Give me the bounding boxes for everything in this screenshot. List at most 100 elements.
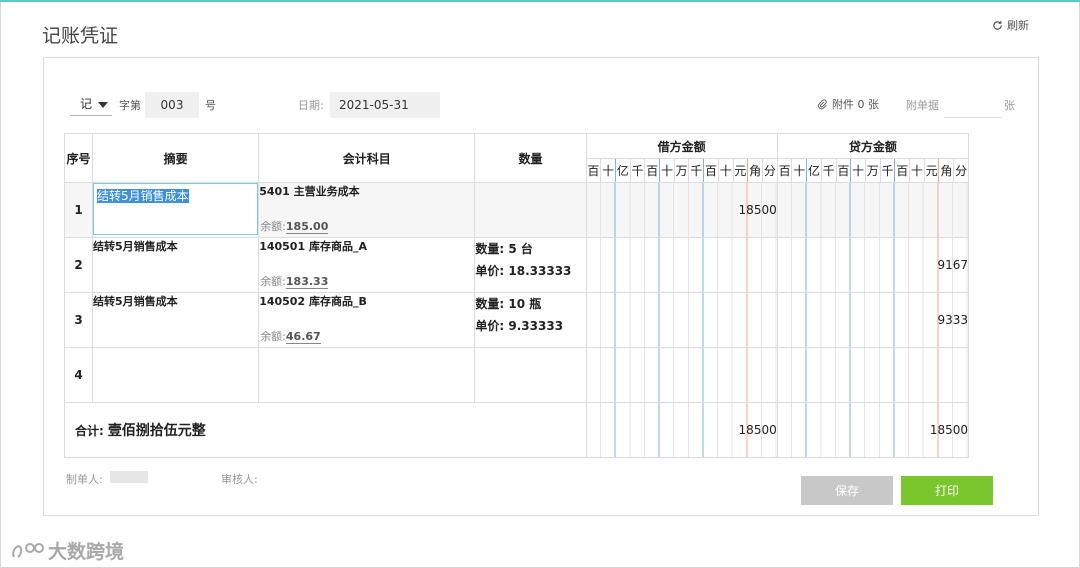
total-amount-words: 壹佰捌拾伍元整 [107, 423, 206, 439]
voucher-type-select[interactable]: 记 [70, 92, 112, 116]
credit-digit-header: 亿 [806, 158, 822, 183]
account-cell[interactable]: 140501 库存商品_A 余额:183.33 [258, 237, 476, 293]
credit-digit-header: 分 [953, 158, 969, 183]
credit-amount-cell[interactable] [776, 347, 970, 403]
summary-cell[interactable]: 结转5月销售成本 [92, 182, 260, 238]
credit-digit-header: 百 [894, 158, 911, 183]
col-header-quantity: 数量 [474, 133, 587, 183]
debit-amount-cell[interactable] [585, 292, 778, 348]
attachments-label: 附件 0 张 [832, 98, 879, 111]
credit-digit-header: 千 [820, 158, 837, 183]
summary-input[interactable]: 结转5月销售成本 [93, 183, 258, 235]
account-balance: 余额:183.33 [260, 273, 329, 289]
col-header-debit: 借方金额 [585, 133, 778, 159]
total-credit-amount: 18500 [776, 402, 970, 458]
balance-value: 183.33 [285, 275, 329, 289]
voucher-type-value: 记 [80, 97, 93, 111]
paperclip-icon [818, 98, 827, 109]
table-row: 1 结转5月销售成本 5401 主营业务成本 余额:185.00 18500 [63, 182, 970, 238]
bills-unit: 张 [1004, 99, 1015, 112]
col-header-credit: 贷方金额 [776, 133, 970, 159]
debit-amount-cell[interactable]: 18500 [585, 182, 778, 238]
summary-cell[interactable]: 结转5月销售成本 [92, 292, 260, 348]
row-seq: 3 [63, 292, 94, 348]
debit-digit-header: 千 [688, 158, 705, 183]
total-label-cell: 合计: 壹佰捌拾伍元整 [64, 402, 587, 458]
col-header-seq: 序号 [63, 133, 94, 183]
col-header-summary: 摘要 [92, 133, 260, 183]
zi-label: 字第 [119, 99, 141, 112]
bills-label: 附单据 [906, 99, 939, 112]
credit-amount-cell[interactable] [776, 182, 970, 238]
summary-text: 结转5月销售成本 [93, 240, 178, 253]
credit-digit-header: 万 [864, 158, 881, 183]
date-input[interactable]: 2021-05-31 [330, 92, 440, 118]
unit-price-value: 单价: 18.33333 [475, 264, 572, 278]
account-cell[interactable] [258, 347, 476, 403]
watermark-text: 大数跨境 [48, 541, 125, 563]
debit-digit-header: 千 [629, 158, 646, 183]
credit-amount-cell[interactable]: 9333 [776, 292, 970, 348]
refresh-icon [993, 20, 1002, 30]
account-name: 140502 库存商品_B [259, 295, 367, 308]
quantity-cell[interactable] [474, 182, 587, 238]
total-row: 合计: 壹佰捌拾伍元整 18500 18500 [64, 402, 970, 458]
account-balance: 余额:185.00 [260, 218, 329, 234]
account-name: 140501 库存商品_A [259, 240, 367, 253]
debit-digit-header: 百 [644, 158, 661, 183]
credit-digit-header: 元 [923, 158, 940, 183]
debit-digit-header: 十 [600, 158, 616, 183]
reviewer-label: 审核人: [221, 473, 258, 486]
quantity-cell[interactable]: 数量: 10 瓶单价: 9.33333 [474, 292, 587, 348]
table-row: 3 结转5月销售成本 140502 库存商品_B 余额:46.67 数量: 10 瓶单价… [63, 292, 970, 348]
chevron-down-icon [98, 101, 109, 108]
balance-label: 余额: [260, 275, 286, 288]
quantity-cell[interactable] [474, 347, 587, 403]
summary-text: 结转5月销售成本 [93, 295, 178, 308]
summary-cell[interactable] [92, 347, 260, 403]
date-label: 日期: [298, 99, 324, 112]
maker-label: 制单人: [66, 473, 103, 486]
debit-digit-header: 十 [659, 158, 675, 183]
balance-value: 46.67 [285, 330, 321, 344]
bills-count-input[interactable] [944, 92, 1001, 118]
credit-digit-header: 百 [835, 158, 852, 183]
balance-label: 余额: [260, 220, 286, 233]
account-cell[interactable]: 5401 主营业务成本 余额:185.00 [258, 182, 476, 238]
refresh-button[interactable]: 刷新 [992, 17, 1029, 33]
attachments-link[interactable]: 附件 0 张 [817, 96, 879, 112]
account-cell[interactable]: 140502 库存商品_B 余额:46.67 [258, 292, 476, 348]
hao-label: 号 [205, 99, 216, 112]
account-name: 5401 主营业务成本 [259, 185, 360, 198]
debit-digit-header: 亿 [614, 158, 631, 183]
credit-digit-header: 百 [776, 158, 793, 183]
credit-digit-header: 十 [909, 158, 925, 183]
balance-label: 余额: [260, 330, 286, 343]
refresh-label: 刷新 [1007, 19, 1029, 32]
debit-digit-header: 百 [703, 158, 719, 183]
watermark: 大数跨境 [10, 537, 124, 564]
quantity-value: 数量: 5 台 [475, 242, 533, 256]
debit-digit-header: 元 [732, 158, 749, 183]
row-seq: 1 [63, 182, 94, 238]
table-row: 4 [63, 347, 970, 403]
debit-digit-header: 十 [717, 158, 734, 183]
credit-digit-header: 千 [879, 158, 896, 183]
voucher-number-input[interactable]: 003 [145, 92, 199, 118]
total-text: 合计: 壹佰捌拾伍元整 [65, 420, 585, 440]
maker-name-redacted [110, 471, 148, 483]
quantity-cell[interactable]: 数量: 5 台单价: 18.33333 [474, 237, 587, 293]
summary-cell[interactable]: 结转5月销售成本 [92, 237, 260, 293]
print-button[interactable]: 打印 [901, 476, 993, 505]
quantity-value: 数量: 10 瓶 [475, 297, 542, 311]
save-button[interactable]: 保存 [801, 476, 893, 505]
summary-selected-text: 结转5月销售成本 [97, 189, 189, 203]
debit-amount-cell[interactable] [585, 347, 778, 403]
credit-amount-cell[interactable]: 9167 [776, 237, 970, 293]
credit-digit-header: 角 [938, 158, 955, 183]
watermark-logo-icon [12, 542, 44, 558]
row-seq: 4 [63, 347, 94, 403]
row-seq: 2 [63, 237, 94, 293]
debit-amount-cell[interactable] [585, 237, 778, 293]
credit-digit-header: 十 [850, 158, 866, 183]
